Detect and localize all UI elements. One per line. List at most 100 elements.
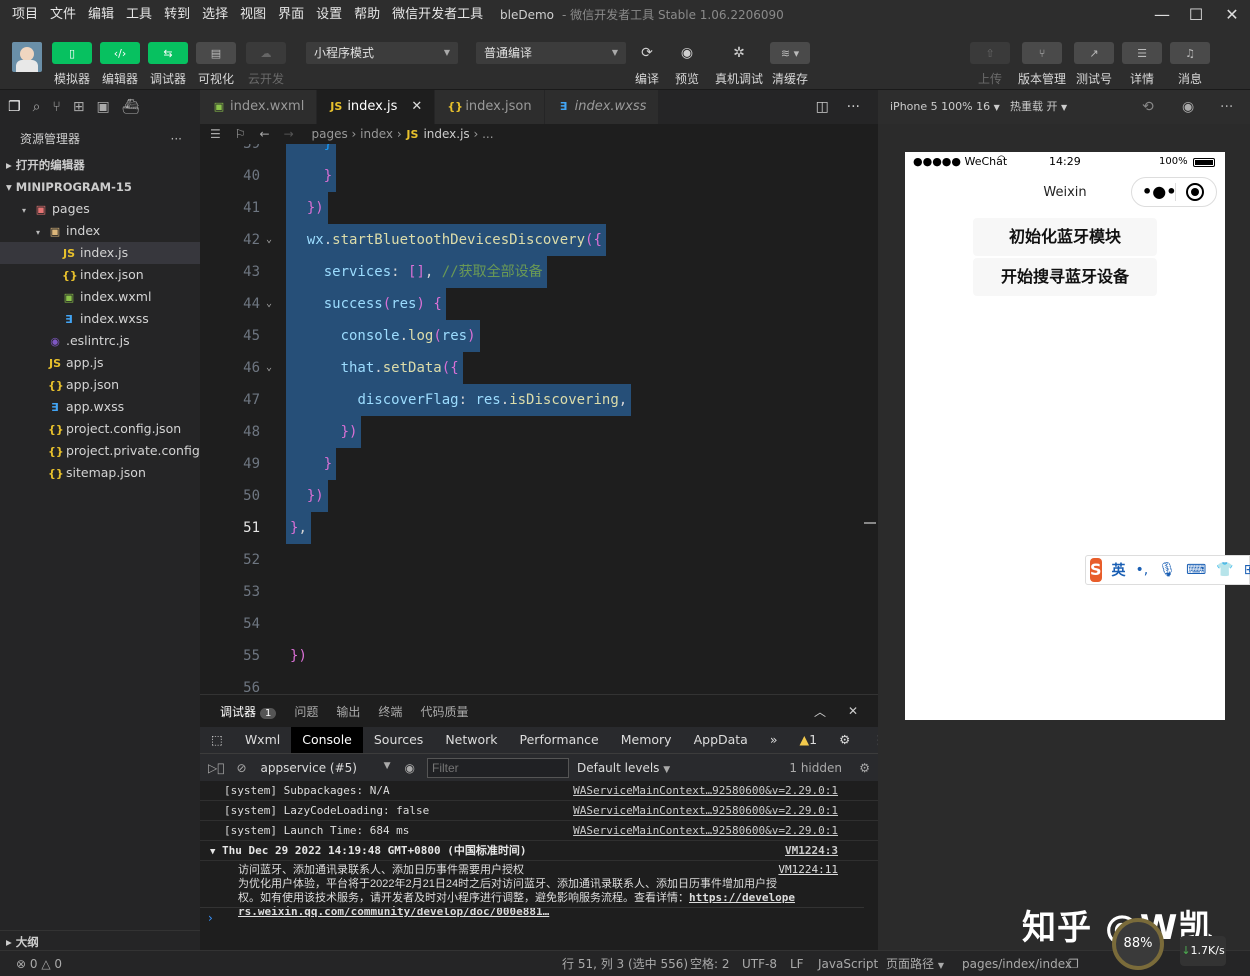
- grid-icon[interactable]: ⊞: [1244, 562, 1250, 578]
- detail-link-1[interactable]: https://develope: [689, 891, 795, 904]
- cursor-position[interactable]: 行 51, 列 3 (选中 556): [562, 951, 688, 976]
- menu-select[interactable]: 选择: [196, 0, 234, 30]
- crumb-more[interactable]: ...: [482, 127, 493, 141]
- fold-chevron-icon[interactable]: ⌄: [266, 288, 272, 320]
- bookmark-icon[interactable]: ⚐: [235, 127, 246, 141]
- more-icon[interactable]: ···: [1220, 90, 1233, 124]
- back-arrow-icon[interactable]: ←: [260, 127, 270, 141]
- visual-toggle[interactable]: ▤: [196, 42, 236, 64]
- devtab-appdata[interactable]: AppData: [683, 727, 759, 753]
- keyboard-icon[interactable]: ⌨: [1186, 562, 1206, 578]
- devtab-network[interactable]: Network: [434, 727, 508, 753]
- menu-view[interactable]: 视图: [234, 0, 272, 30]
- tree-item-index-js[interactable]: JS index.js: [0, 242, 200, 264]
- line-ending[interactable]: LF: [790, 951, 804, 976]
- tree-item-index-json[interactable]: {} index.json: [0, 264, 200, 286]
- tree-item-app-js[interactable]: JS app.js: [0, 352, 200, 374]
- forward-arrow-icon[interactable]: →: [284, 127, 294, 141]
- capsule-more-icon[interactable]: •●•: [1142, 182, 1176, 201]
- fold-chevron-icon[interactable]: ⌄: [266, 224, 272, 256]
- hot-reload-select[interactable]: 热重载 开 ▼: [1010, 90, 1067, 125]
- encoding[interactable]: UTF-8: [742, 951, 777, 976]
- crumb-file[interactable]: index.js: [423, 127, 469, 141]
- tree-item-index-wxss[interactable]: ∃ index.wxss: [0, 308, 200, 330]
- close-window-icon[interactable]: ✕: [1222, 5, 1242, 25]
- clear-cache-button[interactable]: ≋ ▾: [770, 42, 810, 64]
- tab-index-json[interactable]: {} index.json: [435, 90, 545, 124]
- mode-select[interactable]: 小程序模式 ▼: [306, 42, 458, 64]
- console-prompt[interactable]: ›: [200, 907, 864, 927]
- tree-item-project-config-json[interactable]: {} project.config.json: [0, 418, 200, 440]
- panel-tab-debugger[interactable]: 调试器 1: [220, 703, 277, 720]
- indentation[interactable]: 空格: 2: [690, 951, 730, 976]
- test-account-button[interactable]: ↗: [1074, 42, 1114, 64]
- outline-section[interactable]: ▸ 大纲: [0, 930, 200, 952]
- open-editors-section[interactable]: ▸ 打开的编辑器: [0, 154, 200, 176]
- ime-lang[interactable]: 英: [1112, 560, 1126, 580]
- menu-help[interactable]: 帮助: [348, 0, 386, 30]
- maximize-icon[interactable]: ☐: [1186, 5, 1206, 25]
- tree-item-pages[interactable]: ▾ ▣ pages: [0, 198, 200, 220]
- close-tab-icon[interactable]: ✕: [411, 99, 422, 114]
- version-button[interactable]: ⑂: [1022, 42, 1062, 64]
- microphone-icon[interactable]: 🎙: [1158, 562, 1176, 578]
- panel-tab-terminal[interactable]: 终端: [378, 703, 402, 720]
- console-source-link[interactable]: WAServiceMainContext…92580600&v=2.29.0:1: [573, 781, 838, 801]
- more-tabs-icon[interactable]: »: [759, 727, 789, 753]
- panel-tab-problems[interactable]: 问题: [294, 703, 318, 720]
- tree-item-index-wxml[interactable]: ▣ index.wxml: [0, 286, 200, 308]
- tab-index-js[interactable]: JS index.js ✕: [317, 90, 436, 124]
- init-bluetooth-button[interactable]: 初始化蓝牙模块: [973, 218, 1157, 256]
- settings-gear-icon[interactable]: ⚙: [828, 727, 861, 753]
- console-source-link[interactable]: WAServiceMainContext…92580600&v=2.29.0:1: [573, 821, 838, 841]
- extensions-icon[interactable]: ⊞: [73, 99, 85, 115]
- menu-project[interactable]: 项目: [6, 0, 44, 30]
- problems-indicator[interactable]: ⊗ 0 △ 0: [16, 951, 62, 976]
- refresh-icon[interactable]: ⟳: [632, 42, 662, 64]
- menu-goto[interactable]: 转到: [158, 0, 196, 30]
- search-icon[interactable]: ⌕: [33, 99, 41, 115]
- debugger-toggle[interactable]: ⇆: [148, 42, 188, 64]
- chevron-up-icon[interactable]: ︿: [814, 703, 826, 720]
- levels-select[interactable]: Default levels ▼: [577, 761, 670, 775]
- device-select[interactable]: iPhone 5 100% 16 ▼: [890, 90, 1000, 125]
- avatar[interactable]: [12, 42, 42, 72]
- panel-tab-quality[interactable]: 代码质量: [420, 703, 468, 720]
- devtab-console[interactable]: Console: [291, 727, 363, 753]
- page-path-select[interactable]: 页面路径 ▼: [886, 951, 944, 976]
- start-discovery-button[interactable]: 开始搜寻蓝牙设备: [973, 258, 1157, 296]
- code-editor[interactable]: 39 } 40 } 41 }) 42 ⌄ wx.startBluetoothDevic…: [200, 144, 878, 694]
- copy-icon[interactable]: ❐: [1068, 951, 1079, 976]
- split-editor-icon[interactable]: ◫: [816, 99, 829, 115]
- more-icon[interactable]: ···: [847, 99, 860, 115]
- devtab-performance[interactable]: Performance: [509, 727, 610, 753]
- panel-tab-output[interactable]: 输出: [336, 703, 360, 720]
- list-icon[interactable]: ☰: [210, 127, 221, 141]
- menu-edit[interactable]: 编辑: [82, 0, 120, 30]
- tab-index-wxml[interactable]: ▣ index.wxml: [200, 90, 318, 124]
- crumb-index[interactable]: index: [360, 127, 393, 141]
- rotate-icon[interactable]: ⟲: [1142, 90, 1154, 124]
- crumb-pages[interactable]: pages: [311, 127, 347, 141]
- inspect-icon[interactable]: ⬚: [200, 727, 234, 753]
- simulator-toggle[interactable]: ▯: [52, 42, 92, 64]
- tab-index-wxss[interactable]: ∃ index.wxss: [544, 90, 660, 124]
- files-icon[interactable]: ❐: [8, 99, 21, 115]
- punctuation-icon[interactable]: •,: [1136, 562, 1149, 578]
- sidebar-toggle-icon[interactable]: ▷⃞: [208, 761, 224, 775]
- menu-settings[interactable]: 设置: [310, 0, 348, 30]
- close-panel-icon[interactable]: ✕: [848, 704, 858, 718]
- eye-icon[interactable]: ◉: [672, 42, 702, 64]
- minimize-icon[interactable]: —: [1152, 5, 1172, 25]
- skin-icon[interactable]: 👕: [1216, 562, 1233, 578]
- details-button[interactable]: ☰: [1122, 42, 1162, 64]
- console-source-link[interactable]: WAServiceMainContext…92580600&v=2.29.0:1: [573, 801, 838, 821]
- console-group-header[interactable]: ▼ Thu Dec 29 2022 14:19:48 GMT+0800 (中国标…: [200, 841, 878, 861]
- menu-wechat-devtools[interactable]: 微信开发者工具: [386, 0, 489, 30]
- menu-tools[interactable]: 工具: [120, 0, 158, 30]
- compile-mode-select[interactable]: 普通编译 ▼: [476, 42, 626, 64]
- fold-chevron-icon[interactable]: ⌄: [266, 352, 272, 384]
- context-select[interactable]: appservice (#5) ▼: [261, 761, 391, 775]
- cloud-toggle[interactable]: ☁: [246, 42, 286, 64]
- tree-item-sitemap-json[interactable]: {} sitemap.json: [0, 462, 200, 484]
